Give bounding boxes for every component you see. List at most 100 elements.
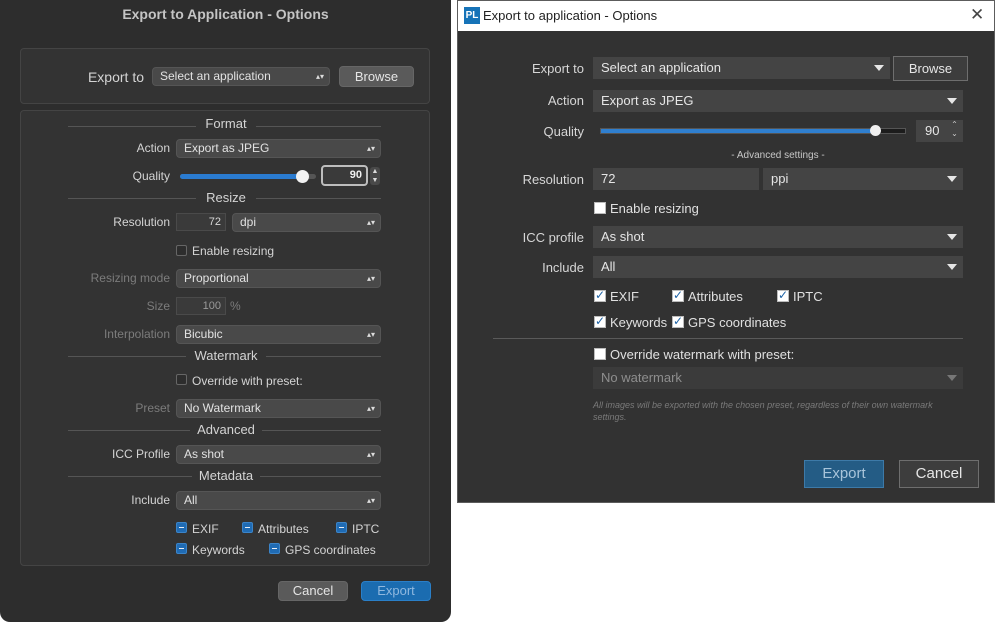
include-value: All [184, 493, 198, 507]
quality-field[interactable]: 90 ⌃⌄ [916, 120, 963, 142]
chevron-updown-icon: ▴▾ [366, 329, 375, 339]
export-button[interactable]: Export [361, 581, 431, 601]
quality-stepper[interactable]: ▲ ▼ [370, 167, 380, 185]
icc-profile-label: ICC profile [522, 230, 584, 245]
resolution-unit-select[interactable]: dpi ▴▾ [232, 213, 381, 232]
chevron-updown-icon: ▴▾ [366, 449, 375, 459]
export-button[interactable]: Export [804, 460, 884, 488]
keywords-label: Keywords [192, 543, 245, 557]
preset-select[interactable]: No Watermark ▴▾ [176, 399, 381, 418]
resizing-mode-label: Resizing mode [90, 271, 170, 285]
iptc-checkbox[interactable] [777, 288, 789, 302]
resolution-field[interactable]: 72 [176, 213, 226, 231]
resolution-unit-value: dpi [240, 215, 257, 229]
cancel-button[interactable]: Cancel [899, 460, 979, 488]
quality-slider-fill [180, 174, 302, 179]
iptc-checkbox[interactable] [336, 522, 347, 533]
browse-button[interactable]: Browse [893, 56, 968, 81]
dropdown-arrow-icon [947, 375, 957, 381]
chevron-updown-icon: ▴▾ [366, 495, 375, 505]
action-select[interactable]: Export as JPEG ▴▾ [176, 139, 381, 158]
size-field[interactable]: 100 [176, 297, 226, 315]
windows-export-dialog: PL Export to application - Options ✕ Exp… [457, 0, 995, 503]
metadata-header: Metadata [192, 468, 260, 483]
gps-coordinates-checkbox[interactable] [269, 543, 280, 554]
resize-header: Resize [196, 190, 256, 205]
quality-value: 90 [925, 123, 940, 138]
resolution-label: Resolution [522, 172, 584, 187]
export-to-label: Export to [531, 61, 584, 76]
resolution-unit-dropdown[interactable]: ppi [763, 168, 963, 190]
quality-slider-handle[interactable] [870, 125, 881, 136]
action-label: Action [547, 93, 584, 108]
attributes-label: Attributes [258, 522, 309, 536]
quality-slider-track[interactable] [600, 128, 906, 134]
mac-export-dialog: Export to Application - Options Export t… [0, 0, 451, 622]
resizing-mode-select[interactable]: Proportional ▴▾ [176, 269, 381, 288]
size-unit: % [230, 299, 241, 313]
iptc-label: IPTC [352, 522, 380, 536]
browse-button[interactable]: Browse [339, 66, 414, 87]
chevron-updown-icon: ▴▾ [366, 273, 375, 283]
watermark-value: No watermark [601, 370, 682, 385]
close-icon[interactable]: ✕ [970, 6, 984, 24]
icc-profile-select[interactable]: As shot ▴▾ [176, 445, 381, 464]
enable-resizing-checkbox[interactable] [594, 202, 606, 214]
dropdown-arrow-icon [947, 98, 957, 104]
action-value: Export as JPEG [184, 141, 270, 155]
exif-label: EXIF [192, 522, 219, 536]
exif-checkbox[interactable] [594, 288, 606, 302]
attributes-checkbox[interactable] [242, 522, 253, 533]
dropdown-arrow-icon [947, 264, 957, 270]
app-logo: PL [464, 7, 480, 24]
include-dropdown[interactable]: All [593, 256, 963, 278]
preset-label: Preset [135, 401, 170, 415]
quality-label: Quality [543, 124, 584, 139]
icc-profile-dropdown[interactable]: As shot [593, 226, 963, 248]
divider [493, 338, 963, 339]
gps-coordinates-checkbox[interactable] [672, 314, 684, 328]
override-watermark-checkbox[interactable] [594, 348, 606, 360]
chevron-updown-icon: ▴▾ [366, 217, 375, 227]
export-to-value: Select an application [160, 69, 271, 83]
keywords-checkbox[interactable] [594, 314, 606, 328]
cancel-button[interactable]: Cancel [278, 581, 348, 601]
quality-slider-handle[interactable] [296, 170, 309, 183]
interpolation-label: Interpolation [103, 327, 170, 341]
resolution-field[interactable]: 72 [593, 168, 759, 190]
enable-resizing-label: Enable resizing [610, 201, 699, 216]
action-value: Export as JPEG [601, 93, 694, 108]
export-to-select[interactable]: Select an application ▴▾ [152, 67, 330, 86]
watermark-dropdown[interactable]: No watermark [593, 367, 963, 389]
watermark-note: All images will be exported with the cho… [593, 400, 933, 422]
dropdown-arrow-icon [874, 65, 884, 71]
icc-profile-value: As shot [601, 229, 645, 244]
format-header: Format [196, 116, 256, 131]
include-select[interactable]: All ▴▾ [176, 491, 381, 510]
export-to-dropdown[interactable]: Select an application [593, 57, 890, 79]
gps-coordinates-label: GPS coordinates [688, 315, 787, 330]
interpolation-select[interactable]: Bicubic ▴▾ [176, 325, 381, 344]
icc-profile-label: ICC Profile [111, 447, 170, 461]
exif-checkbox[interactable] [176, 522, 187, 533]
enable-resizing-label: Enable resizing [192, 244, 275, 258]
export-to-label: Export to [87, 69, 144, 85]
include-value: All [601, 259, 616, 274]
keywords-label: Keywords [610, 315, 668, 330]
advanced-header: Advanced [190, 422, 262, 437]
enable-resizing-checkbox[interactable] [176, 245, 187, 256]
resolution-value: 72 [601, 171, 616, 186]
override-preset-checkbox[interactable] [176, 374, 187, 385]
spinner-icon[interactable]: ⌃⌄ [949, 120, 959, 138]
dialog-title: Export to Application - Options [122, 6, 329, 22]
export-to-value: Select an application [601, 60, 721, 75]
watermark-header: Watermark [186, 348, 266, 363]
attributes-checkbox[interactable] [672, 288, 684, 302]
quality-field[interactable]: 90 [321, 165, 368, 186]
keywords-checkbox[interactable] [176, 543, 187, 554]
resizing-mode-value: Proportional [184, 271, 249, 285]
action-dropdown[interactable]: Export as JPEG [593, 90, 963, 112]
dropdown-arrow-icon [947, 176, 957, 182]
iptc-label: IPTC [793, 289, 823, 304]
chevron-updown-icon: ▴▾ [366, 143, 375, 153]
